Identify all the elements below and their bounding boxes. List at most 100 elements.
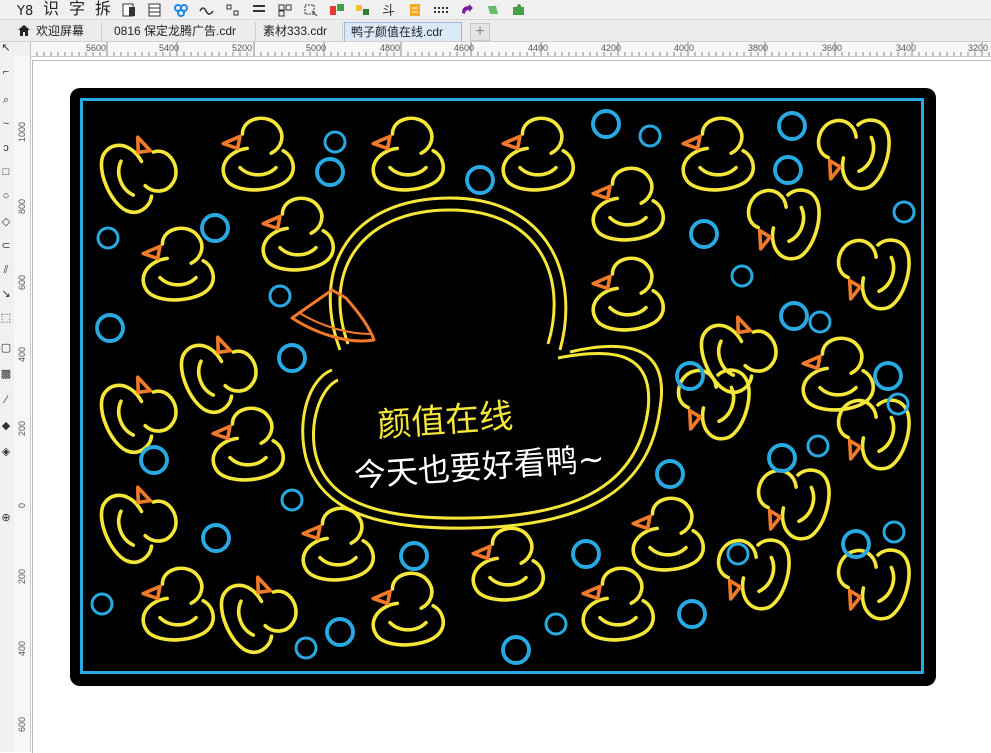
- tab-welcome[interactable]: 欢迎屏幕: [12, 22, 102, 41]
- bubble: [767, 443, 797, 473]
- small-duck: [591, 166, 666, 242]
- bubble: [591, 109, 621, 139]
- vertical-ruler[interactable]: 1000 800 600 400 200 0 200 400 600: [14, 56, 31, 752]
- bubble: [325, 617, 355, 647]
- add-tool-icon[interactable]: ⊕: [0, 512, 12, 524]
- small-duck: [805, 102, 900, 197]
- toolbar-dots-icon[interactable]: [432, 1, 450, 19]
- bubble: [571, 539, 601, 569]
- toolbar-redo-icon[interactable]: [458, 1, 476, 19]
- connector-tool-icon[interactable]: ↘: [0, 288, 12, 300]
- design-headline[interactable]: 颜值在线: [376, 396, 514, 445]
- bubble: [675, 361, 705, 391]
- svg-text:斗: 斗: [382, 4, 395, 17]
- bubble: [841, 529, 871, 559]
- toolbar-list-icon[interactable]: [406, 1, 424, 19]
- small-duck: [471, 526, 546, 602]
- small-duck: [581, 566, 656, 642]
- toolbar-text-1[interactable]: 识: [42, 1, 60, 19]
- artistic-tool-icon[interactable]: ɔ: [0, 142, 12, 154]
- toolbar-text-2[interactable]: 字: [68, 1, 86, 19]
- rectangle-tool-icon[interactable]: □: [0, 166, 12, 178]
- small-duck: [92, 476, 188, 571]
- neon-duck-artwork[interactable]: 颜值在线 今天也要好看鸭~: [70, 88, 936, 686]
- tab-doc-sucai[interactable]: 素材333.cdr: [257, 22, 343, 41]
- bubble: [90, 592, 114, 616]
- small-duck: [825, 532, 920, 627]
- tab-doc-sucai-label: 素材333.cdr: [263, 24, 328, 38]
- toolbar-color-icon[interactable]: [328, 1, 346, 19]
- tab-doc-0816-label: 0816 保定龙腾广告.cdr: [114, 24, 237, 38]
- tab-doc-duck-label: 鸭子颜值在线.cdr: [351, 25, 444, 39]
- smart-fill-icon[interactable]: ◈: [0, 446, 12, 458]
- toolbar-logo-icon[interactable]: Y8: [16, 1, 34, 19]
- zoom-tool-icon[interactable]: ⌕: [0, 94, 12, 106]
- design-subline[interactable]: 今天也要好看鸭~: [353, 439, 606, 494]
- v-ruler-label: 800: [17, 198, 27, 214]
- small-duck: [211, 406, 286, 482]
- bubble: [201, 523, 231, 553]
- toolbar-shapes-icon[interactable]: [354, 1, 372, 19]
- horizontal-ruler[interactable]: 5600 5400 5200 5000 4800 4600 4400 4200 …: [30, 42, 991, 57]
- toolbar-table-icon[interactable]: [146, 1, 164, 19]
- shape-tool-icon[interactable]: ⌐: [0, 66, 12, 78]
- v-ruler-label: 600: [17, 274, 27, 290]
- small-duck: [631, 496, 706, 572]
- bubble: [200, 213, 230, 243]
- transparency-tool-icon[interactable]: ▢: [0, 342, 12, 354]
- ruler-corner[interactable]: [14, 42, 31, 57]
- toolbar-puzzle-icon[interactable]: [510, 1, 528, 19]
- parallel-tool-icon[interactable]: ⫽: [0, 264, 12, 276]
- bubble: [544, 612, 568, 636]
- toolbar-text-3[interactable]: 拆: [94, 1, 112, 19]
- small-duck: [371, 571, 446, 647]
- bubble: [501, 635, 531, 665]
- polygon-tool-icon[interactable]: ◇: [0, 216, 12, 228]
- bubble: [399, 541, 429, 571]
- toolbar-page-icon[interactable]: [120, 1, 138, 19]
- bubble: [280, 488, 304, 512]
- toolbar-select-icon[interactable]: [302, 1, 320, 19]
- small-duck: [92, 126, 188, 221]
- small-duck: [591, 256, 666, 332]
- v-ruler-label: 400: [17, 640, 27, 656]
- toolbar-wave-icon[interactable]: [198, 1, 216, 19]
- bubble: [96, 226, 120, 250]
- add-tab-button[interactable]: +: [470, 23, 490, 41]
- left-toolbox: ↖ ⌐ ⌕ ~ ɔ □ ○ ◇ ⊂ ⫽ ↘ ⬚ ▢ ▩ ⁄ ◆ ◈ ⊕: [0, 42, 15, 752]
- top-toolbar: Y8 识 字 拆 斗: [0, 0, 991, 20]
- blend-tool-icon[interactable]: ⬚: [0, 312, 12, 324]
- bubble: [323, 130, 347, 154]
- small-duck: [301, 506, 376, 582]
- toolbar-text-tool-icon[interactable]: 斗: [380, 1, 398, 19]
- toolbar-lines-icon[interactable]: [250, 1, 268, 19]
- bubble: [773, 155, 803, 185]
- toolbar-fill-icon[interactable]: [484, 1, 502, 19]
- v-ruler-label: 200: [17, 568, 27, 584]
- interactive-fill-icon[interactable]: ⁄: [0, 394, 12, 406]
- toolbar-grid-icon[interactable]: [276, 1, 294, 19]
- freehand-tool-icon[interactable]: ~: [0, 118, 12, 130]
- bubble: [277, 343, 307, 373]
- ellipse-tool-icon[interactable]: ○: [0, 190, 12, 202]
- bubble: [882, 520, 906, 544]
- bubble: [873, 361, 903, 391]
- v-ruler-label: 400: [17, 346, 27, 362]
- toolbar-knot-icon[interactable]: [172, 1, 190, 19]
- small-duck: [681, 116, 756, 192]
- bubble: [726, 542, 750, 566]
- eyedropper-tool-icon[interactable]: ▩: [0, 368, 12, 380]
- document-tab-bar: 欢迎屏幕 0816 保定龙腾广告.cdr 素材333.cdr 鸭子颜值在线.cd…: [0, 20, 991, 42]
- pick-tool-icon[interactable]: ↖: [0, 42, 12, 54]
- bubble: [779, 301, 809, 331]
- tab-doc-duck[interactable]: 鸭子颜值在线.cdr: [344, 22, 462, 41]
- tab-doc-0816[interactable]: 0816 保定龙腾广告.cdr: [108, 22, 256, 41]
- text-tool-icon[interactable]: ⊂: [0, 240, 12, 252]
- bubble: [689, 219, 719, 249]
- small-duck: [501, 116, 576, 192]
- small-duck: [371, 116, 446, 192]
- bubble: [808, 310, 832, 334]
- fill-tool-icon[interactable]: ◆: [0, 420, 12, 432]
- toolbar-align-icon[interactable]: [224, 1, 242, 19]
- small-duck: [92, 366, 188, 461]
